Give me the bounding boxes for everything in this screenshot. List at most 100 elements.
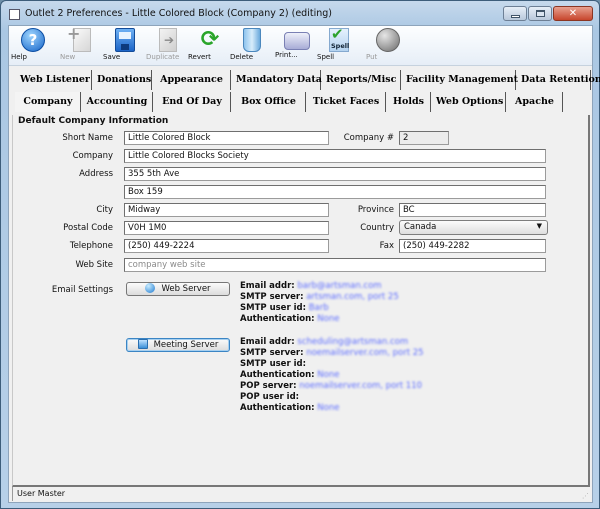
- help-button[interactable]: ? Help: [11, 28, 55, 64]
- short-name-input[interactable]: Little Colored Block: [124, 131, 329, 145]
- duplicate-button[interactable]: Duplicate: [146, 28, 190, 64]
- spell-check-icon: ✔ Spell: [329, 25, 350, 52]
- address-line2-input[interactable]: Box 159: [124, 185, 546, 199]
- tab-ticket-faces[interactable]: Ticket Faces: [306, 92, 386, 112]
- chevron-down-icon: ▼: [536, 222, 542, 230]
- info-value: noemailserver.com, port 25: [306, 348, 424, 358]
- delete-button[interactable]: Delete: [230, 28, 274, 64]
- telephone-label: Telephone: [69, 241, 113, 251]
- tab-apache[interactable]: Apache: [506, 92, 563, 112]
- fax-input[interactable]: (250) 449-2282: [399, 239, 546, 253]
- meeting-server-button[interactable]: Meeting Server: [126, 338, 230, 352]
- web-server-label: Web Server: [161, 284, 211, 294]
- info-row: Authentication: None: [240, 403, 424, 414]
- email-settings-label: Email Settings: [51, 285, 113, 295]
- info-key: POP user id:: [240, 392, 300, 402]
- info-row: POP user id:: [240, 392, 424, 403]
- info-key: Email addr:: [240, 281, 295, 291]
- info-key: SMTP user id:: [240, 303, 306, 313]
- tab-row-2: Company Accounting End Of Day Box Office…: [15, 92, 563, 112]
- tab-facility-management[interactable]: Facility Management: [401, 70, 518, 90]
- info-row: SMTP server: artsman.com, port 25: [240, 292, 399, 303]
- title-bar[interactable]: Outlet 2 Preferences - Little Colored Bl…: [1, 1, 599, 27]
- web-server-button[interactable]: Web Server: [126, 282, 230, 296]
- duplicate-label: Duplicate: [146, 53, 180, 61]
- revert-label: Revert: [188, 53, 211, 61]
- spell-icon-text: Spell: [331, 42, 350, 50]
- duplicate-icon: [159, 28, 177, 52]
- globe-icon: [145, 283, 156, 293]
- resize-grip-icon[interactable]: ⋰: [582, 492, 589, 500]
- info-value: scheduling@artsman.com: [297, 337, 409, 347]
- info-key: SMTP server:: [240, 348, 304, 358]
- company-number-label: Company #: [343, 133, 394, 143]
- tab-accounting[interactable]: Accounting: [81, 92, 153, 112]
- province-label: Province: [357, 205, 394, 215]
- new-document-icon: [67, 24, 91, 52]
- minimize-icon: [510, 14, 520, 18]
- info-row: Authentication: None: [240, 314, 399, 325]
- info-row: Email addr: barb@artsman.com: [240, 281, 399, 292]
- tab-reports-misc[interactable]: Reports/Misc: [321, 70, 401, 90]
- revert-icon: ⟳: [200, 27, 220, 52]
- info-row: SMTP user id:: [240, 359, 424, 370]
- postal-code-input[interactable]: V0H 1M0: [124, 221, 329, 235]
- tab-holds[interactable]: Holds: [386, 92, 431, 112]
- tab-web-listener[interactable]: Web Listener: [15, 70, 92, 90]
- close-button[interactable]: ✕: [553, 6, 593, 21]
- info-key: Authentication:: [240, 403, 315, 413]
- tab-box-office[interactable]: Box Office: [231, 92, 306, 112]
- meeting-server-info: Email addr: scheduling@artsman.com SMTP …: [240, 337, 424, 414]
- tab-appearance[interactable]: Appearance: [152, 70, 231, 90]
- delete-icon: [243, 28, 261, 52]
- postal-code-label: Postal Code: [63, 223, 113, 233]
- print-label: Print...: [275, 51, 298, 59]
- country-select[interactable]: Canada ▼: [399, 220, 548, 235]
- print-button[interactable]: Print...: [275, 28, 319, 64]
- tab-company[interactable]: Company: [15, 92, 81, 112]
- info-key: SMTP user id:: [240, 359, 306, 369]
- status-text: User Master: [17, 489, 66, 498]
- tab-donations[interactable]: Donations: [92, 70, 152, 90]
- province-input[interactable]: BC: [399, 203, 546, 217]
- info-key: POP server:: [240, 381, 297, 391]
- print-icon: [284, 32, 310, 50]
- info-value: barb@artsman.com: [297, 281, 382, 291]
- put-label: Put: [366, 53, 378, 61]
- tab-data-retention[interactable]: Data Retention: [516, 70, 600, 90]
- telephone-input[interactable]: (250) 449-2224: [124, 239, 329, 253]
- tab-web-options[interactable]: Web Options: [431, 92, 506, 112]
- info-row: SMTP user id: Barb: [240, 303, 399, 314]
- section-title: Default Company Information: [18, 116, 169, 126]
- revert-button[interactable]: ⟳ Revert: [188, 28, 232, 64]
- city-label: City: [96, 205, 113, 215]
- put-globe-icon: [376, 28, 400, 52]
- client-area: ? Help New Save Duplicate ⟳ Revert Del: [8, 24, 600, 503]
- tab-row-1: Web Listener Donations Appearance Mandat…: [15, 70, 600, 90]
- minimize-button[interactable]: [503, 6, 527, 21]
- spell-label: Spell: [317, 53, 335, 61]
- web-site-input[interactable]: company web site: [124, 258, 546, 272]
- calendar-icon: [137, 339, 148, 349]
- company-input[interactable]: Little Colored Blocks Society: [124, 149, 546, 163]
- spell-button[interactable]: ✔ Spell Spell: [317, 25, 361, 64]
- fax-label: Fax: [379, 241, 394, 251]
- info-key: Email addr:: [240, 337, 295, 347]
- maximize-icon: [535, 10, 545, 17]
- tab-mandatory-data[interactable]: Mandatory Data: [231, 70, 322, 90]
- window-title: Outlet 2 Preferences - Little Colored Bl…: [25, 8, 332, 19]
- info-key: Authentication:: [240, 314, 315, 324]
- save-icon: [115, 28, 135, 52]
- new-button[interactable]: New: [60, 24, 104, 64]
- info-value: None: [317, 403, 340, 413]
- put-button[interactable]: Put: [366, 28, 410, 64]
- save-button[interactable]: Save: [103, 28, 147, 64]
- tab-end-of-day[interactable]: End Of Day: [153, 92, 231, 112]
- address-line1-input[interactable]: 355 5th Ave: [124, 167, 546, 181]
- info-row: SMTP server: noemailserver.com, port 25: [240, 348, 424, 359]
- web-server-info: Email addr: barb@artsman.com SMTP server…: [240, 281, 399, 325]
- city-input[interactable]: Midway: [124, 203, 329, 217]
- maximize-button[interactable]: [528, 6, 552, 21]
- checkmark-icon: ✔: [331, 25, 344, 43]
- country-label: Country: [360, 223, 394, 233]
